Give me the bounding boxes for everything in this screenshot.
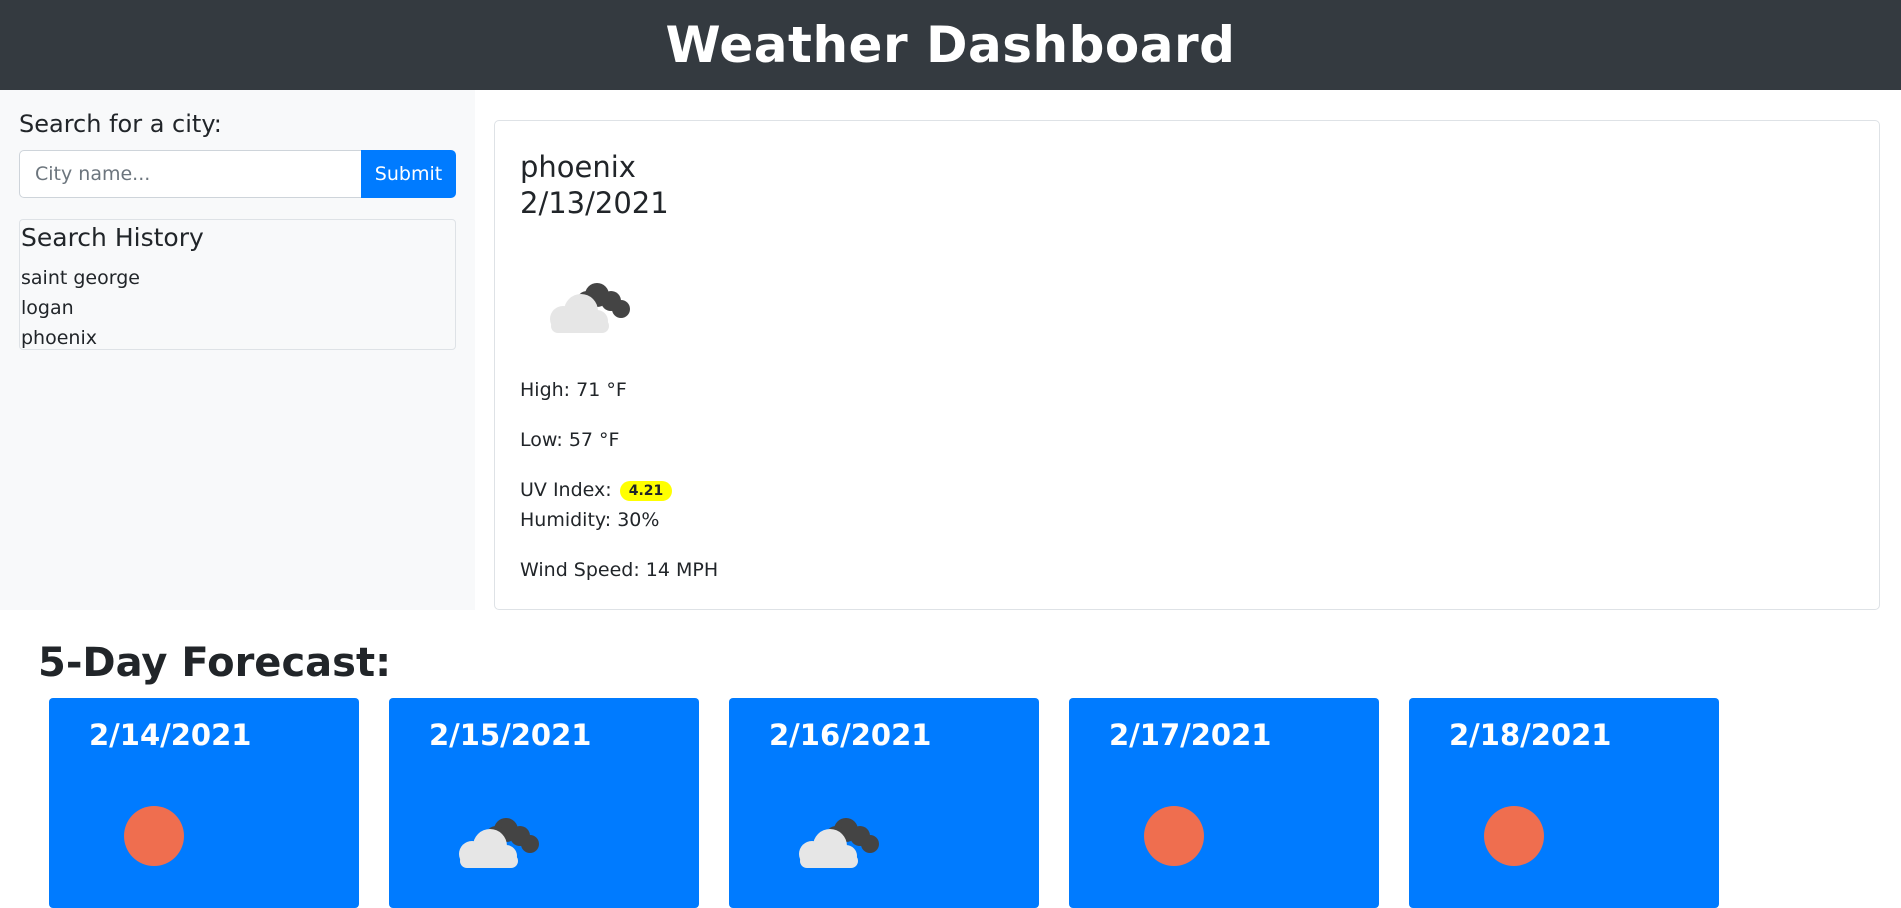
forecast-card-day-5: 2/18/2021 bbox=[1409, 698, 1719, 908]
forecast-card-day-3: 2/16/2021 bbox=[729, 698, 1039, 908]
cloudy-icon bbox=[550, 283, 630, 333]
current-date: 2/13/2021 bbox=[520, 186, 669, 220]
wind-speed: Wind Speed: 14 MPH bbox=[520, 559, 719, 581]
forecast-date: 2/16/2021 bbox=[769, 718, 932, 752]
low-temp: Low: 57 °F bbox=[520, 429, 620, 451]
humidity: Humidity: 30% bbox=[520, 509, 660, 531]
forecast-date: 2/18/2021 bbox=[1449, 718, 1612, 752]
forecast-date: 2/14/2021 bbox=[89, 718, 252, 752]
uv-index-badge: 4.21 bbox=[619, 480, 673, 501]
current-weather-card: phoenix 2/13/2021 High: 71 °F Low: 57 °F… bbox=[494, 120, 1880, 610]
sun-icon bbox=[1484, 806, 1544, 866]
cloudy-icon bbox=[459, 818, 539, 868]
app-header: Weather Dashboard bbox=[0, 0, 1901, 90]
submit-button[interactable]: Submit bbox=[361, 150, 456, 198]
search-history-list: saint george logan phoenix bbox=[21, 263, 140, 353]
city-search-input[interactable] bbox=[19, 150, 362, 198]
sun-icon bbox=[1144, 806, 1204, 866]
forecast-date: 2/17/2021 bbox=[1109, 718, 1272, 752]
forecast-card-day-1: 2/14/2021 bbox=[49, 698, 359, 908]
page-title: Weather Dashboard bbox=[665, 16, 1236, 74]
forecast-card-day-2: 2/15/2021 bbox=[389, 698, 699, 908]
sun-icon bbox=[124, 806, 184, 866]
history-item-logan[interactable]: logan bbox=[21, 293, 140, 323]
uv-index: UV Index: 4.21 bbox=[520, 479, 673, 501]
history-item-saint-george[interactable]: saint george bbox=[21, 263, 140, 293]
uv-index-label: UV Index: bbox=[520, 479, 612, 501]
forecast-title: 5-Day Forecast: bbox=[38, 640, 392, 686]
search-label: Search for a city: bbox=[19, 110, 222, 138]
search-history-title: Search History bbox=[21, 223, 204, 252]
current-city-name: phoenix bbox=[520, 150, 636, 184]
forecast-date: 2/15/2021 bbox=[429, 718, 592, 752]
history-item-phoenix[interactable]: phoenix bbox=[21, 323, 140, 353]
cloudy-icon bbox=[799, 818, 879, 868]
sidebar: Search for a city: Submit Search History… bbox=[0, 90, 475, 610]
high-temp: High: 71 °F bbox=[520, 379, 627, 401]
search-history-panel: Search History saint george logan phoeni… bbox=[19, 219, 456, 350]
forecast-card-day-4: 2/17/2021 bbox=[1069, 698, 1379, 908]
